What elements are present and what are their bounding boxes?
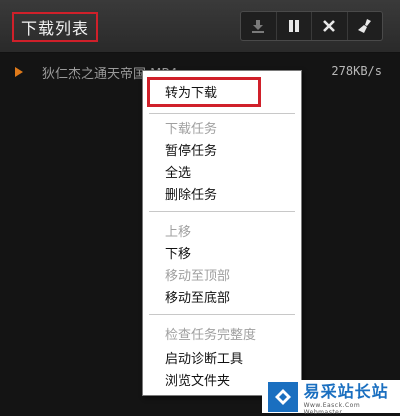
menu-item-download-task: 下载任务 bbox=[165, 122, 218, 137]
menu-item-select-all[interactable]: 全选 bbox=[165, 162, 191, 181]
menu-item-convert-to-download[interactable]: 转为下载 bbox=[165, 82, 217, 101]
menu-item-check-integrity: 检查任务完整度 bbox=[165, 328, 257, 343]
download-panel: 下载列表 狄仁杰之通天帝国.MP4 278KB/s 转为下载 下载任务 暂停任务… bbox=[0, 0, 400, 416]
watermark-logo-icon bbox=[274, 388, 291, 405]
menu-item-diagnostic-tool[interactable]: 启动诊断工具 bbox=[165, 348, 243, 367]
menu-item-move-up: 上移 bbox=[165, 225, 192, 240]
panel-title: 下载列表 bbox=[20, 19, 89, 38]
menu-item-pause-task[interactable]: 暂停任务 bbox=[165, 140, 217, 159]
panel-header: 下载列表 bbox=[0, 0, 400, 53]
download-icon bbox=[252, 20, 265, 33]
menu-separator bbox=[149, 113, 295, 114]
download-button[interactable] bbox=[241, 12, 277, 40]
clear-button[interactable] bbox=[348, 12, 383, 40]
menu-item-browse-folder[interactable]: 浏览文件夹 bbox=[165, 370, 230, 389]
pause-icon bbox=[288, 20, 299, 32]
delete-button[interactable] bbox=[312, 12, 348, 40]
title-highlight-box: 下载列表 bbox=[12, 12, 98, 42]
broom-icon bbox=[357, 19, 371, 33]
watermark-subtitle: Www.Easck.Com Webmaster bbox=[303, 401, 361, 416]
download-speed: 278KB/s bbox=[331, 64, 382, 78]
pause-button[interactable] bbox=[277, 12, 312, 40]
menu-item-delete-task[interactable]: 删除任务 bbox=[165, 184, 217, 203]
menu-item-move-to-bottom[interactable]: 移动至底部 bbox=[165, 287, 230, 306]
menu-item-move-down[interactable]: 下移 bbox=[165, 243, 191, 262]
context-menu: 转为下载 下载任务 暂停任务 全选 删除任务 上移 下移 移动至顶部 移动至底部… bbox=[142, 70, 302, 396]
watermark: 易采站长站 Www.Easck.Com Webmaster bbox=[262, 378, 400, 416]
menu-item-move-to-top: 移动至顶部 bbox=[165, 269, 231, 284]
menu-separator bbox=[149, 211, 295, 212]
toolbar bbox=[240, 11, 383, 41]
close-icon bbox=[323, 20, 336, 32]
play-icon bbox=[15, 67, 23, 77]
watermark-logo bbox=[268, 381, 298, 412]
menu-separator bbox=[149, 314, 295, 315]
watermark-title: 易采站长站 bbox=[303, 381, 389, 401]
watermark-text: 易采站长站 Www.Easck.Com Webmaster bbox=[304, 378, 400, 416]
